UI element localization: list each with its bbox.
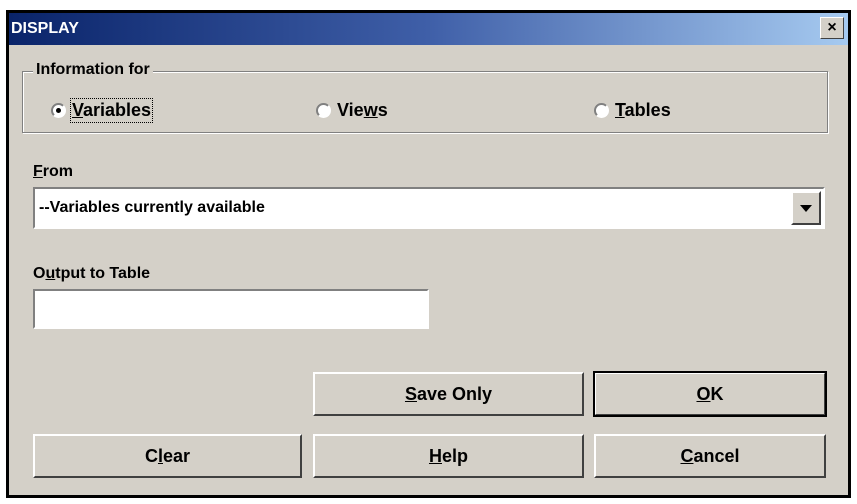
radio-selected-dot <box>56 107 61 113</box>
save-only-button[interactable]: Save Only <box>313 372 584 416</box>
chevron-down-icon <box>800 204 812 212</box>
from-dropdown[interactable]: --Variables currently available <box>33 187 825 229</box>
information-for-legend: Information for <box>33 61 153 79</box>
output-to-table-input[interactable] <box>33 289 429 329</box>
radio-variables-circle[interactable] <box>51 102 66 118</box>
from-label: From <box>33 163 74 180</box>
clear-button[interactable]: Cl ear <box>33 434 302 478</box>
radio-variables-label[interactable]: Variables <box>69 97 154 123</box>
help-button[interactable]: Help <box>313 434 584 478</box>
radio-tables-label[interactable]: Tables <box>615 100 671 121</box>
radio-variables[interactable]: Variables <box>51 97 154 123</box>
from-dropdown-value: --Variables currently available <box>39 199 265 216</box>
radio-views-circle[interactable] <box>316 102 331 118</box>
radio-views[interactable]: Views <box>316 98 388 122</box>
window-title: DISPLAY <box>11 20 79 37</box>
close-button[interactable]: × <box>820 17 844 39</box>
radio-tables-circle[interactable] <box>594 102 609 118</box>
radio-tables[interactable]: Tables <box>594 98 671 122</box>
radio-views-label[interactable]: Views <box>337 100 388 121</box>
output-to-table-label: Output to Table <box>33 265 151 282</box>
close-icon: × <box>827 19 837 36</box>
title-bar[interactable]: DISPLAY × <box>9 13 848 45</box>
dropdown-arrow-button[interactable] <box>791 191 821 225</box>
cancel-button[interactable]: Cancel <box>594 434 826 478</box>
ok-button[interactable]: OK <box>593 371 827 417</box>
